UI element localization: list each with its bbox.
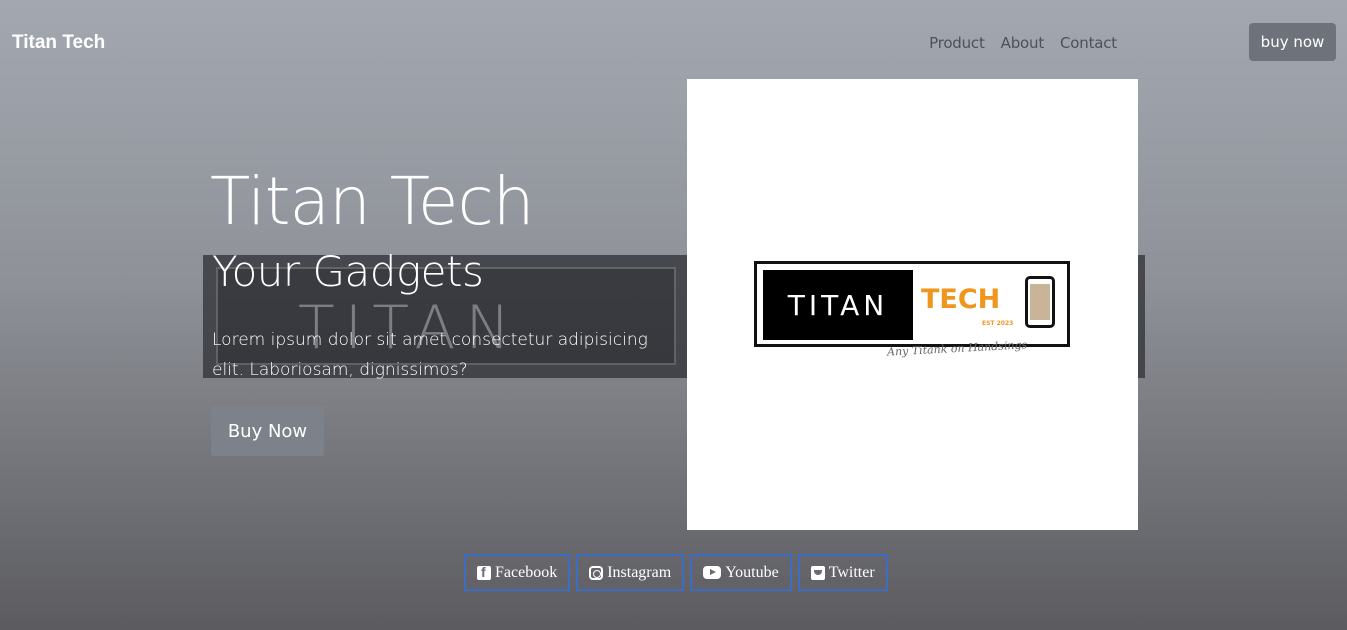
hero-buy-now-button[interactable]: Buy Now [211, 406, 324, 456]
youtube-icon [703, 566, 722, 579]
hero-subtitle: Your Gadgets [212, 247, 484, 296]
instagram-icon [589, 565, 604, 580]
social-links: Facebook Instagram Youtube Twitter [464, 554, 888, 591]
logo-image-card: TITAN TECH EST 2023 Any Titank on Handsi… [687, 79, 1138, 530]
nav-link-contact[interactable]: Contact [1060, 34, 1117, 52]
brand-logo[interactable]: Titan Tech [12, 32, 105, 54]
facebook-button[interactable]: Facebook [464, 554, 571, 591]
nav-links: Product About Contact [929, 34, 1117, 52]
facebook-label: Facebook [495, 563, 558, 581]
navbar: Titan Tech Product About Contact buy now [0, 0, 1347, 86]
smartphone-icon [1025, 276, 1055, 328]
nav-buy-now-button[interactable]: buy now [1249, 23, 1336, 61]
phone-screen [1030, 284, 1050, 320]
logo-est: EST 2023 [982, 320, 1014, 327]
youtube-label: Youtube [725, 563, 779, 581]
logo-word-tech: TECH [921, 284, 1001, 315]
instagram-label: Instagram [607, 563, 672, 581]
facebook-icon [477, 564, 491, 580]
hero-title: Titan Tech [210, 163, 535, 240]
twitter-label: Twitter [828, 563, 875, 581]
nav-link-product[interactable]: Product [929, 34, 985, 52]
instagram-button[interactable]: Instagram [576, 554, 685, 591]
twitter-button[interactable]: Twitter [797, 554, 888, 591]
logo-word-titan: TITAN [787, 288, 889, 322]
hero-description: Lorem ipsum dolor sit amet consectetur a… [212, 330, 648, 380]
nav-link-about[interactable]: About [1001, 34, 1045, 52]
logo-black-block: TITAN [763, 270, 913, 340]
youtube-button[interactable]: Youtube [690, 554, 792, 591]
titan-tech-logo: TITAN TECH EST 2023 [754, 261, 1070, 347]
twitter-icon [810, 565, 825, 580]
